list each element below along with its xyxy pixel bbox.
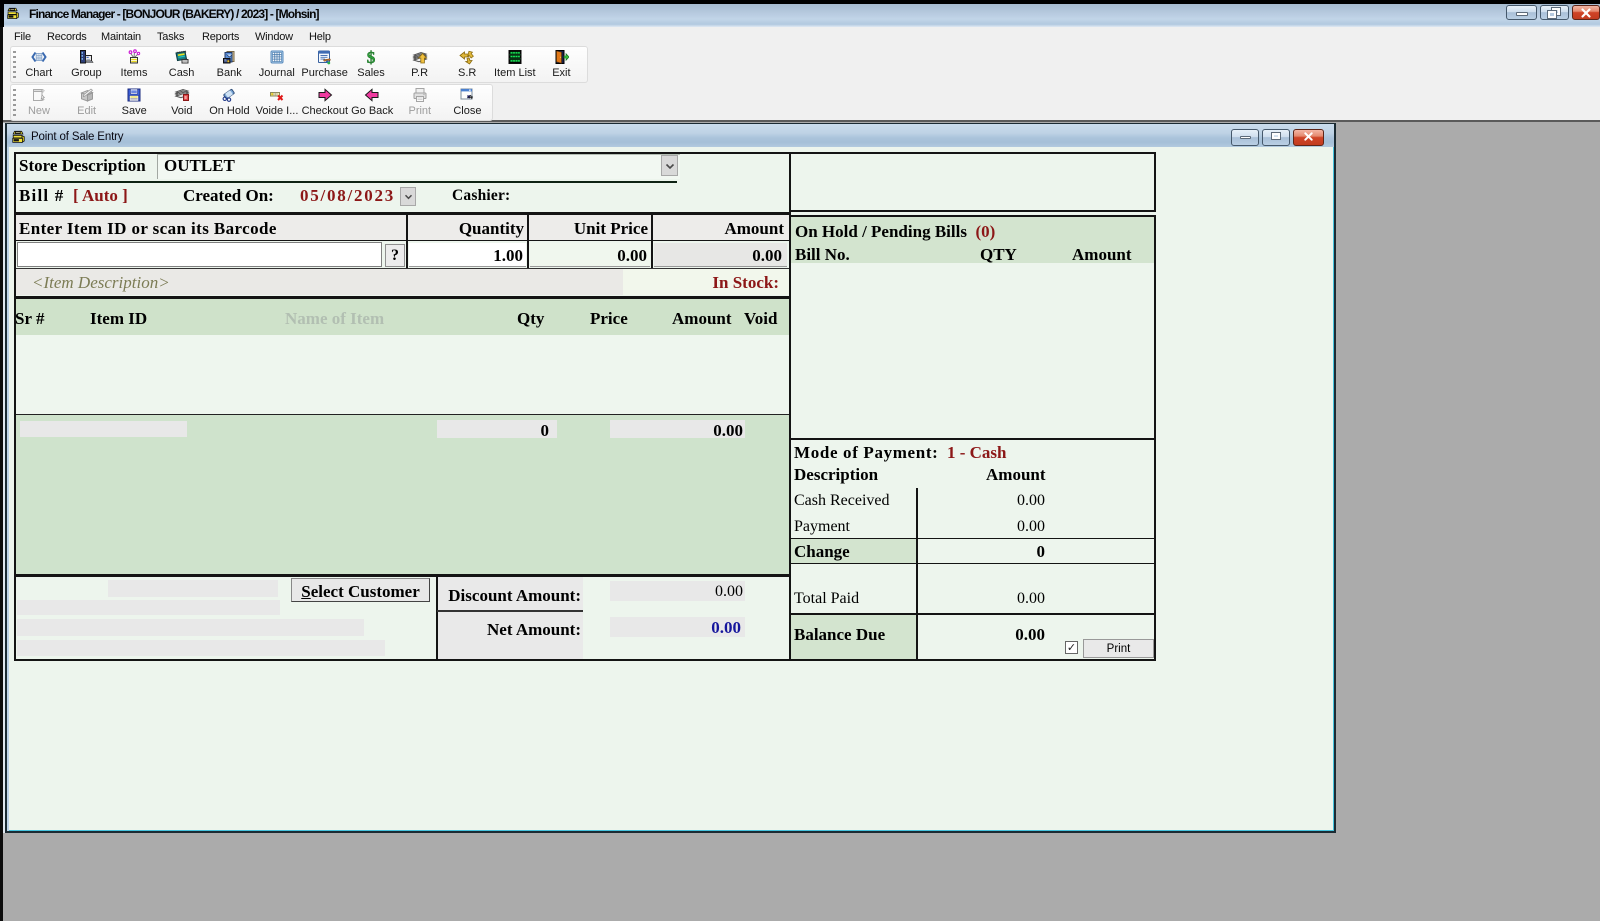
svg-text:$: $ [367,49,376,65]
